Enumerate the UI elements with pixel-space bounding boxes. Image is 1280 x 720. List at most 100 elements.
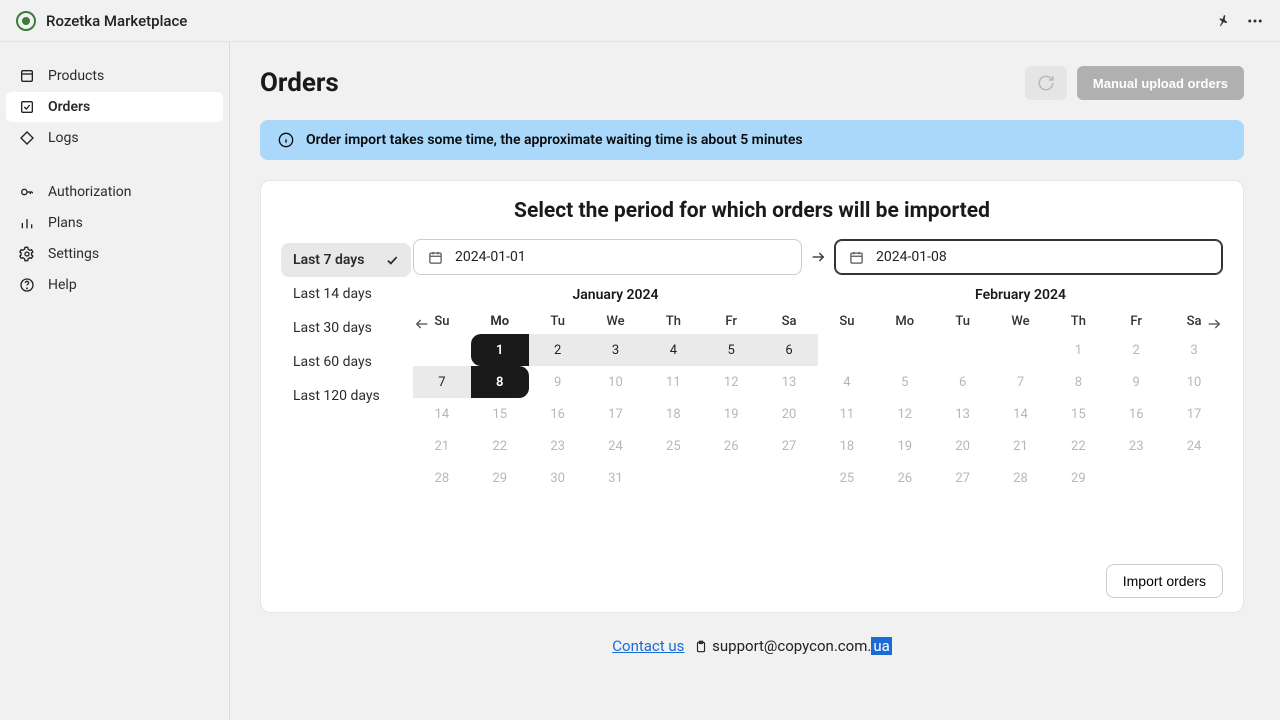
calendar-day[interactable]: 27 xyxy=(934,462,992,494)
calendar-day[interactable]: 16 xyxy=(529,398,587,430)
preset-option[interactable]: Last 7 days xyxy=(281,243,411,277)
calendar-day[interactable]: 6 xyxy=(934,366,992,398)
sidebar-item-orders[interactable]: Orders xyxy=(6,92,223,122)
calendar-day[interactable]: 21 xyxy=(413,430,471,462)
calendar-day[interactable]: 1 xyxy=(471,334,529,366)
calendar-day[interactable]: 12 xyxy=(876,398,934,430)
calendar-day[interactable]: 9 xyxy=(529,366,587,398)
calendar-day[interactable]: 4 xyxy=(818,366,876,398)
calendar-day[interactable]: 21 xyxy=(992,430,1050,462)
calendar-day[interactable]: 13 xyxy=(760,366,818,398)
calendar-day[interactable]: 17 xyxy=(587,398,645,430)
start-date-input[interactable]: 2024-01-01 xyxy=(413,239,802,275)
calendar-day[interactable]: 11 xyxy=(644,366,702,398)
check-icon xyxy=(385,253,399,267)
calendar-day[interactable]: 6 xyxy=(760,334,818,366)
calendar-day[interactable]: 3 xyxy=(587,334,645,366)
calendar-day[interactable]: 10 xyxy=(1165,366,1223,398)
end-date-input[interactable]: 2024-01-08 xyxy=(834,239,1223,275)
calendar-day[interactable]: 1 xyxy=(1049,334,1107,366)
dow-label: Fr xyxy=(702,309,760,334)
orders-icon xyxy=(18,99,36,115)
date-picker-card: Select the period for which orders will … xyxy=(260,180,1244,613)
calendar-day[interactable]: 12 xyxy=(702,366,760,398)
arrow-right-icon xyxy=(810,249,826,265)
calendar-day[interactable]: 7 xyxy=(992,366,1050,398)
calendar-day[interactable]: 29 xyxy=(471,462,529,494)
calendar-day[interactable]: 4 xyxy=(644,334,702,366)
plans-icon xyxy=(18,215,36,231)
calendar-day[interactable]: 17 xyxy=(1165,398,1223,430)
calendar-day[interactable]: 26 xyxy=(876,462,934,494)
manual-upload-button[interactable]: Manual upload orders xyxy=(1077,66,1244,100)
preset-option[interactable]: Last 14 days xyxy=(281,277,411,311)
pin-icon[interactable] xyxy=(1216,13,1232,29)
support-email-prefix: support@copycon.com. xyxy=(712,637,871,655)
authorization-icon xyxy=(18,184,36,200)
calendar-day[interactable]: 20 xyxy=(934,430,992,462)
refresh-icon xyxy=(1037,74,1055,92)
calendar-day[interactable]: 14 xyxy=(413,398,471,430)
calendar-day[interactable]: 7 xyxy=(413,366,471,398)
contact-link[interactable]: Contact us xyxy=(612,637,684,655)
preset-option[interactable]: Last 120 days xyxy=(281,379,411,413)
calendar-day[interactable]: 10 xyxy=(587,366,645,398)
sidebar-item-help[interactable]: Help xyxy=(6,270,223,300)
calendar-day[interactable]: 30 xyxy=(529,462,587,494)
calendar-day[interactable]: 27 xyxy=(760,430,818,462)
import-orders-button[interactable]: Import orders xyxy=(1106,564,1223,598)
sidebar-item-products[interactable]: Products xyxy=(6,61,223,91)
sidebar-item-logs[interactable]: Logs xyxy=(6,123,223,153)
preset-option[interactable]: Last 30 days xyxy=(281,311,411,345)
preset-option[interactable]: Last 60 days xyxy=(281,345,411,379)
calendar-day[interactable]: 31 xyxy=(587,462,645,494)
calendar-day[interactable]: 28 xyxy=(992,462,1050,494)
dow-label: Mo xyxy=(876,309,934,334)
calendar-day[interactable]: 8 xyxy=(471,366,529,398)
calendar-day[interactable]: 5 xyxy=(876,366,934,398)
calendar-day[interactable]: 19 xyxy=(702,398,760,430)
month-left: January 2024 SuMoTuWeThFrSa1234567891011… xyxy=(413,283,818,494)
dow-label: Sa xyxy=(760,309,818,334)
more-icon[interactable] xyxy=(1246,12,1264,30)
preset-label: Last 30 days xyxy=(293,320,372,336)
calendar-day[interactable]: 20 xyxy=(760,398,818,430)
calendar-day[interactable]: 2 xyxy=(529,334,587,366)
calendar-day[interactable]: 9 xyxy=(1107,366,1165,398)
sidebar-item-plans[interactable]: Plans xyxy=(6,208,223,238)
main-content: Orders Manual upload orders Order import… xyxy=(230,42,1280,720)
calendar-day[interactable]: 24 xyxy=(587,430,645,462)
calendar-day[interactable]: 28 xyxy=(413,462,471,494)
calendar-day[interactable]: 24 xyxy=(1165,430,1223,462)
calendar-day[interactable]: 15 xyxy=(1049,398,1107,430)
calendar-day[interactable]: 3 xyxy=(1165,334,1223,366)
calendar-day[interactable]: 2 xyxy=(1107,334,1165,366)
calendar-day[interactable]: 14 xyxy=(992,398,1050,430)
preset-list: Last 7 days Last 14 days Last 30 days Last … xyxy=(281,239,411,413)
calendar-day[interactable]: 22 xyxy=(471,430,529,462)
calendar-day[interactable]: 5 xyxy=(702,334,760,366)
topbar: Rozetka Marketplace xyxy=(0,0,1280,42)
sidebar-item-settings[interactable]: Settings xyxy=(6,239,223,269)
calendar-day[interactable]: 29 xyxy=(1049,462,1107,494)
calendar-day[interactable]: 23 xyxy=(529,430,587,462)
calendar-day[interactable]: 23 xyxy=(1107,430,1165,462)
preset-label: Last 14 days xyxy=(293,286,372,302)
sidebar-item-authorization[interactable]: Authorization xyxy=(6,177,223,207)
calendar-day[interactable]: 18 xyxy=(644,398,702,430)
sidebar: ProductsOrdersLogs Authorization PlansSett… xyxy=(0,42,230,720)
sidebar-item-label: Authorization xyxy=(48,184,131,200)
calendar-day[interactable]: 16 xyxy=(1107,398,1165,430)
calendar-day[interactable]: 22 xyxy=(1049,430,1107,462)
calendar-day[interactable]: 26 xyxy=(702,430,760,462)
dow-label: Th xyxy=(1049,309,1107,334)
calendar-day[interactable]: 25 xyxy=(644,430,702,462)
calendar-day[interactable]: 11 xyxy=(818,398,876,430)
calendar-day[interactable]: 18 xyxy=(818,430,876,462)
refresh-button[interactable] xyxy=(1025,66,1067,100)
calendar-day[interactable]: 15 xyxy=(471,398,529,430)
calendar-day[interactable]: 13 xyxy=(934,398,992,430)
calendar-day[interactable]: 19 xyxy=(876,430,934,462)
calendar-day[interactable]: 25 xyxy=(818,462,876,494)
calendar-day[interactable]: 8 xyxy=(1049,366,1107,398)
